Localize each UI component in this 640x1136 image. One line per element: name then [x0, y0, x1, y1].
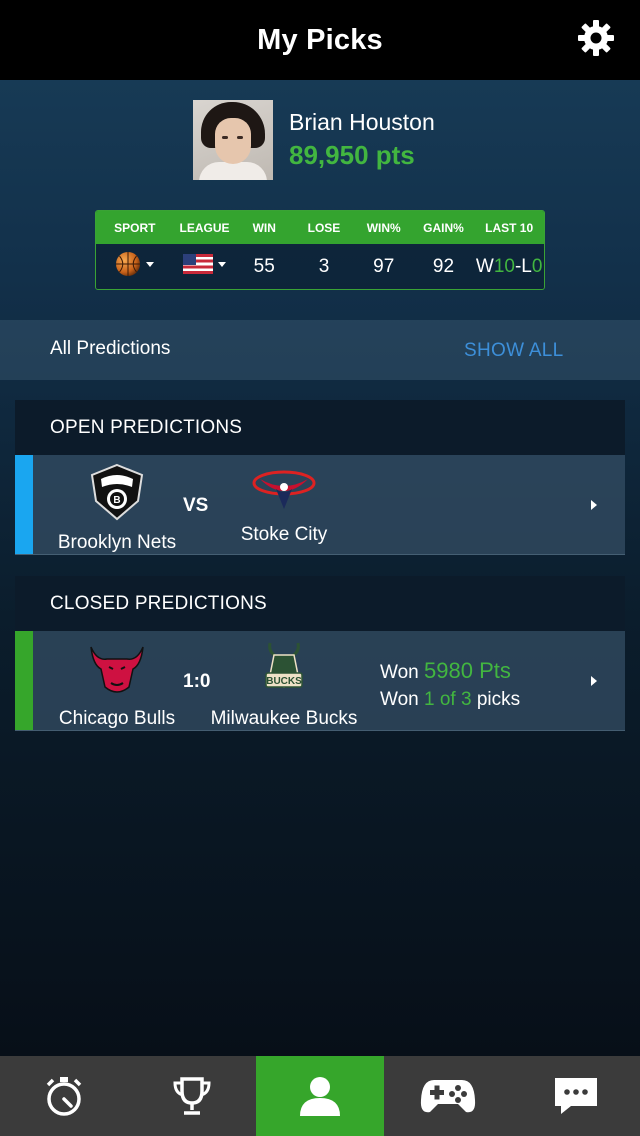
header-last10: LAST 10: [485, 220, 534, 235]
header-bar: My Picks: [0, 0, 640, 80]
tab-messages[interactable]: [512, 1056, 640, 1136]
last10-l-value: 0: [531, 256, 543, 277]
svg-text:BUCKS: BUCKS: [266, 676, 302, 687]
stat-last10: W10-L0: [474, 256, 544, 278]
chicago-bulls-logo-icon: [90, 646, 144, 693]
home-team: Chicago Bulls: [53, 641, 181, 730]
won-prefix: Won: [380, 662, 419, 683]
chevron-right-icon: [591, 500, 597, 510]
tab-timer[interactable]: [0, 1056, 128, 1136]
gamepad-icon: [420, 1080, 476, 1113]
all-predictions-bar: All Predictions SHOW ALL: [0, 320, 640, 380]
picks-value: 1 of 3: [424, 689, 472, 710]
stats-value-row: 55 3 97 92 W10-L0: [96, 244, 544, 289]
tab-profile[interactable]: [256, 1056, 384, 1136]
tab-leaderboard[interactable]: [128, 1056, 256, 1136]
stat-lose: 3: [318, 256, 330, 277]
last10-separator: -L: [514, 256, 532, 277]
trophy-icon: [173, 1077, 211, 1115]
chevron-right-icon: [591, 676, 597, 686]
closed-prediction-row[interactable]: Chicago Bulls 1:0 BUCKS Milwaukee Bucks …: [15, 631, 625, 731]
picks-suffix: picks: [476, 689, 521, 710]
tab-games[interactable]: [384, 1056, 512, 1136]
tab-bar: [0, 1056, 640, 1136]
away-team: BUCKS Milwaukee Bucks: [205, 639, 363, 730]
away-team: Stoke City: [225, 469, 343, 546]
vs-label: VS: [183, 495, 209, 516]
closed-predictions-header: CLOSED PREDICTIONS: [15, 576, 625, 631]
header-gain-pct: GAIN%: [423, 220, 464, 235]
closed-accent-stripe: [15, 631, 33, 730]
home-team-name: Brooklyn Nets: [57, 532, 177, 553]
header-league: LEAGUE: [179, 220, 230, 235]
page-title: My Picks: [257, 23, 383, 56]
won-points: 5980 Pts: [424, 658, 511, 683]
stat-gain-pct: 92: [432, 256, 455, 277]
svg-text:B: B: [113, 495, 120, 506]
user-name: Brian Houston: [289, 109, 435, 135]
sport-dropdown[interactable]: [115, 251, 155, 277]
home-team-name: Chicago Bulls: [58, 708, 176, 729]
stopwatch-icon: [46, 1077, 82, 1116]
brooklyn-nets-logo-icon: B: [90, 463, 144, 521]
header-win-pct: WIN%: [366, 220, 401, 235]
milwaukee-bucks-logo-icon: BUCKS: [265, 642, 303, 688]
stat-win-pct: 97: [373, 256, 395, 277]
stats-header-row: SPORT LEAGUE WIN LOSE WIN% GAIN% LAST 10: [96, 211, 544, 244]
away-team-name: Milwaukee Bucks: [210, 708, 358, 729]
stoke-city-logo-icon: [252, 470, 316, 509]
last10-w-value: 10: [493, 256, 515, 277]
avatar[interactable]: [193, 100, 273, 180]
open-accent-stripe: [15, 455, 33, 554]
gear-icon[interactable]: [576, 18, 616, 58]
league-dropdown[interactable]: [183, 254, 227, 274]
header-win: WIN: [252, 220, 276, 235]
last10-w-label: W: [475, 256, 494, 277]
user-points: 89,950 pts: [289, 140, 415, 170]
chevron-down-icon: [146, 261, 155, 267]
open-predictions-header: OPEN PREDICTIONS: [15, 400, 625, 455]
all-predictions-label: All Predictions: [50, 338, 171, 359]
header-lose: LOSE: [307, 220, 341, 235]
home-team: B Brooklyn Nets: [53, 463, 181, 554]
us-flag-icon: [183, 254, 214, 274]
prediction-result: Won 5980 Pts Won 1 of 3 picks: [380, 657, 520, 713]
profile-summary: Brian Houston 89,950 pts: [193, 100, 435, 180]
user-icon: [300, 1077, 340, 1116]
away-team-name: Stoke City: [240, 524, 328, 545]
chat-icon: [555, 1078, 597, 1114]
picks-prefix: Won: [380, 689, 419, 710]
stat-win: 55: [253, 256, 275, 277]
show-all-button[interactable]: SHOW ALL: [464, 340, 564, 362]
header-sport: SPORT: [114, 220, 156, 235]
chevron-down-icon: [218, 261, 227, 267]
main-content: Brian Houston 89,950 pts SPORT LEAGUE WI…: [0, 80, 640, 1056]
basketball-icon: [116, 252, 141, 276]
stats-table: SPORT LEAGUE WIN LOSE WIN% GAIN% LAST 10: [95, 210, 545, 290]
open-prediction-row[interactable]: B Brooklyn Nets VS Stoke City: [15, 455, 625, 555]
